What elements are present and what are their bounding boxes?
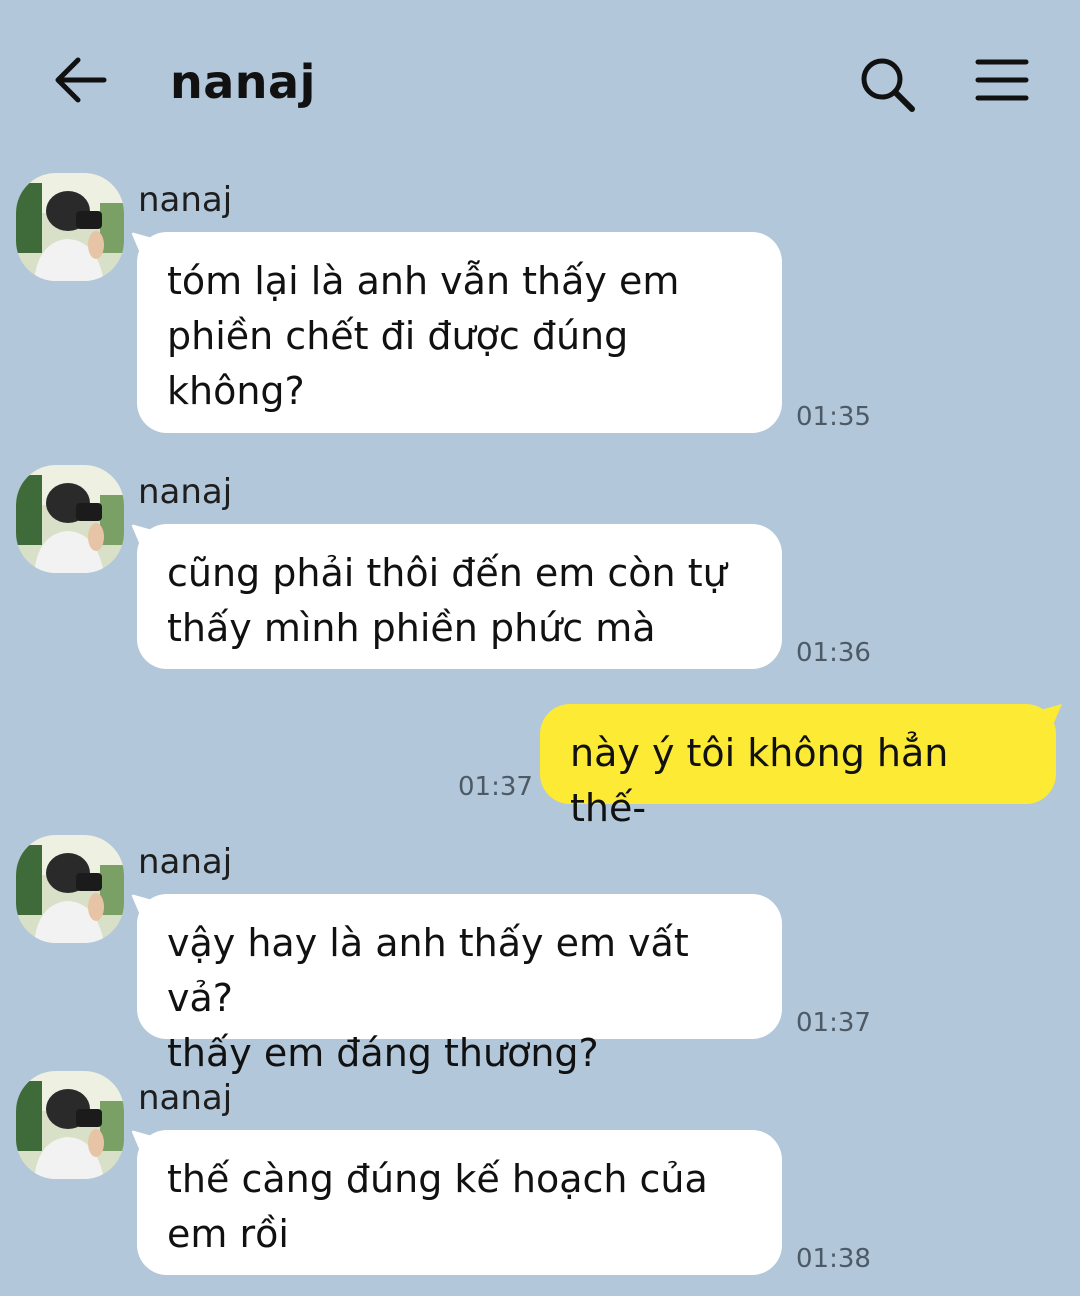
message-text: vậy hay là anh thấy em vất vả? thấy em đ…: [167, 921, 689, 1075]
sender-name: nanaj: [138, 180, 233, 220]
profile-photo-icon: [16, 173, 124, 281]
avatar[interactable]: [16, 465, 124, 573]
search-button[interactable]: [856, 52, 920, 116]
message-text: thế càng đúng kế hoạch của em rồi: [167, 1157, 708, 1256]
avatar[interactable]: [16, 173, 124, 281]
hamburger-menu-icon: [975, 59, 1029, 101]
search-icon: [861, 58, 915, 112]
message-timestamp: 01:35: [796, 402, 871, 432]
avatar[interactable]: [16, 1071, 124, 1179]
menu-button[interactable]: [970, 52, 1034, 112]
profile-photo-icon: [16, 465, 124, 573]
sender-name: nanaj: [138, 842, 233, 882]
sender-name: nanaj: [138, 1078, 233, 1118]
chat-title: nanaj: [170, 55, 316, 109]
message-bubble[interactable]: thế càng đúng kế hoạch của em rồi: [137, 1130, 782, 1275]
message-timestamp: 01:37: [796, 1008, 871, 1038]
message-bubble[interactable]: cũng phải thôi đến em còn tự thấy mình p…: [137, 524, 782, 669]
message-timestamp: 01:36: [796, 638, 871, 668]
chat-header: nanaj: [0, 0, 1080, 160]
message-bubble[interactable]: tóm lại là anh vẫn thấy em phiền chết đi…: [137, 232, 782, 433]
profile-photo-icon: [16, 1071, 124, 1179]
profile-photo-icon: [16, 835, 124, 943]
message-text: tóm lại là anh vẫn thấy em phiền chết đi…: [167, 259, 680, 413]
message-timestamp: 01:37: [458, 772, 533, 802]
message-bubble[interactable]: vậy hay là anh thấy em vất vả? thấy em đ…: [137, 894, 782, 1075]
sender-name: nanaj: [138, 472, 233, 512]
arrow-left-icon: [55, 57, 107, 103]
message-text: cũng phải thôi đến em còn tự thấy mình p…: [167, 551, 727, 650]
message-bubble[interactable]: này ý tôi không hẳn thế-: [540, 704, 1056, 830]
message-text: này ý tôi không hẳn thế-: [570, 731, 949, 830]
message-timestamp: 01:38: [796, 1244, 871, 1274]
avatar[interactable]: [16, 835, 124, 943]
back-button[interactable]: [52, 52, 112, 112]
